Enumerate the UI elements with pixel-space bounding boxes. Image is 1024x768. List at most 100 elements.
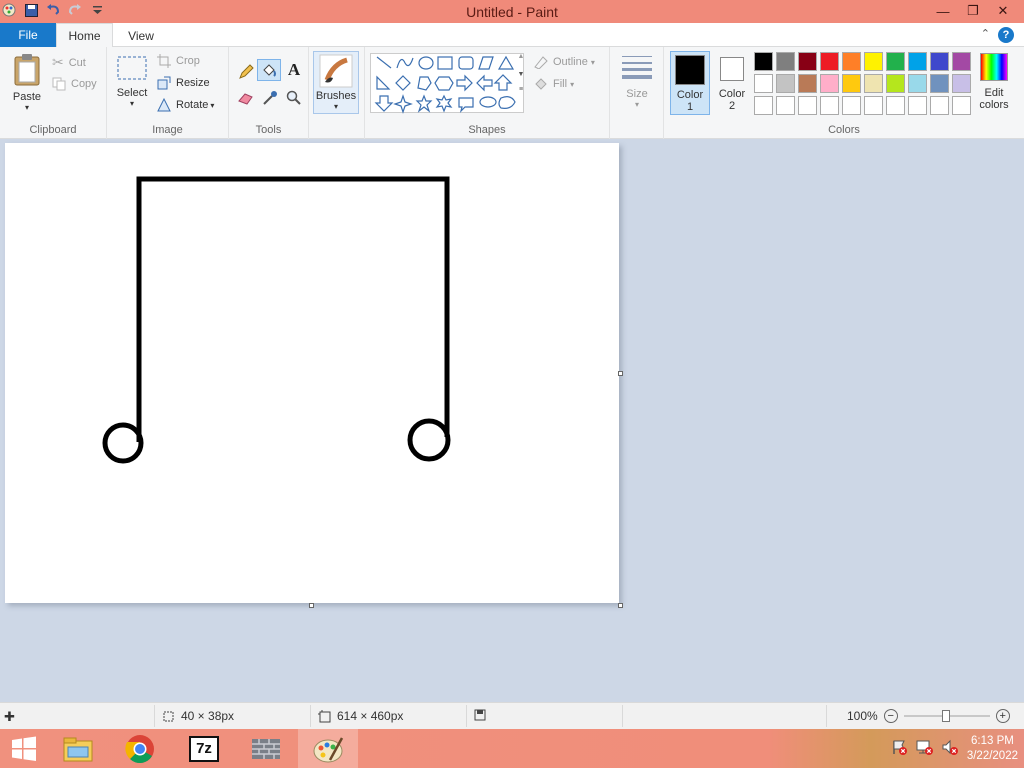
palette-swatch[interactable]	[886, 74, 905, 93]
clipboard-group-label: Clipboard	[29, 124, 77, 136]
edit-colors-button[interactable]: Edit colors	[976, 53, 1012, 117]
color1-button[interactable]: Color 1	[670, 51, 710, 115]
collapse-ribbon-icon[interactable]: ⌃	[981, 27, 990, 40]
palette-swatch[interactable]	[776, 74, 795, 93]
taskbar-firewall[interactable]	[236, 729, 296, 768]
shapes-scroll[interactable]: ▲ ▼ ≡	[515, 53, 527, 113]
status-divider	[826, 705, 827, 727]
paste-button[interactable]: Paste ▾	[8, 53, 46, 123]
palette-swatch[interactable]	[864, 96, 883, 115]
brushes-button[interactable]: Brushes ▾	[313, 51, 359, 114]
cut-button[interactable]: ✂ Cut	[52, 54, 86, 71]
color-picker-icon	[263, 91, 277, 105]
palette-swatch[interactable]	[908, 52, 927, 71]
paste-icon	[14, 54, 40, 86]
palette-swatch[interactable]	[864, 52, 883, 71]
palette-swatch[interactable]	[930, 52, 949, 71]
action-center-flag-icon[interactable]	[891, 739, 907, 758]
zoom-in-button[interactable]: +	[995, 709, 1010, 723]
colors-group: Color 1 Color 2 Edit colors Colors	[664, 47, 1024, 139]
magnifier-tool[interactable]	[283, 87, 305, 109]
palette-swatch[interactable]	[820, 74, 839, 93]
taskbar-7zip[interactable]: 7z	[174, 729, 234, 768]
rotate-button[interactable]: Rotate ▾	[157, 98, 214, 112]
resize-handle-bottom[interactable]	[309, 603, 314, 608]
zoom-out-button[interactable]: −	[883, 709, 898, 723]
status-divider	[622, 705, 623, 727]
restore-button[interactable]: ❐	[958, 1, 988, 21]
taskbar-paint[interactable]	[298, 729, 358, 768]
pencil-tool[interactable]	[235, 61, 257, 83]
palette-swatch[interactable]	[754, 74, 773, 93]
tools-group: A Tools	[229, 47, 309, 139]
color-picker-tool[interactable]	[259, 87, 281, 109]
select-button[interactable]: Select ▾	[115, 55, 149, 119]
palette-swatch[interactable]	[930, 74, 949, 93]
palette-swatch[interactable]	[776, 52, 795, 71]
fill-tool[interactable]	[257, 59, 281, 81]
palette-swatch[interactable]	[886, 96, 905, 115]
tab-file[interactable]: File	[0, 23, 56, 47]
palette-swatch[interactable]	[776, 96, 795, 115]
network-icon[interactable]	[915, 739, 933, 758]
palette-swatch[interactable]	[842, 96, 861, 115]
window-controls: — ❐ ✕	[928, 1, 1018, 21]
copy-button[interactable]: Copy	[52, 77, 97, 91]
canvas-workspace	[0, 139, 1024, 702]
brush-icon	[319, 54, 353, 88]
palette-swatch[interactable]	[842, 74, 861, 93]
fill-button[interactable]: Fill ▾	[533, 77, 574, 91]
tab-home[interactable]: Home	[56, 23, 113, 48]
resize-button[interactable]: Resize	[157, 76, 210, 90]
palette-swatch[interactable]	[820, 52, 839, 71]
size-group: Size ▾	[610, 47, 664, 139]
color2-button[interactable]: Color 2	[714, 51, 750, 115]
minimize-button[interactable]: —	[928, 1, 958, 21]
taskbar-file-explorer[interactable]	[48, 729, 108, 768]
size-label: Size	[626, 88, 648, 100]
palette-swatch[interactable]	[798, 96, 817, 115]
start-button[interactable]	[0, 729, 48, 768]
line-size-icon	[622, 56, 652, 79]
palette-swatch[interactable]	[820, 96, 839, 115]
help-icon[interactable]: ?	[998, 27, 1014, 43]
palette-swatch[interactable]	[798, 52, 817, 71]
resize-handle-right[interactable]	[618, 371, 623, 376]
close-button[interactable]: ✕	[988, 1, 1018, 21]
palette-swatch[interactable]	[952, 52, 971, 71]
color2-swatch	[720, 57, 744, 81]
palette-swatch[interactable]	[952, 74, 971, 93]
resize-icon	[157, 76, 171, 90]
crop-button[interactable]: Crop	[157, 54, 200, 68]
size-button[interactable]: Size ▾	[618, 53, 656, 115]
palette-swatch[interactable]	[908, 96, 927, 115]
palette-swatch[interactable]	[908, 74, 927, 93]
clock[interactable]: 6:13 PM 3/22/2022	[967, 734, 1018, 764]
tab-view[interactable]: View	[116, 23, 166, 48]
palette-swatch[interactable]	[930, 96, 949, 115]
palette-swatch[interactable]	[842, 52, 861, 71]
ribbon-tabs: File Home View ⌃ ?	[0, 23, 1024, 48]
zoom-slider[interactable]	[903, 709, 990, 723]
resize-handle-corner[interactable]	[618, 603, 623, 608]
palette-swatch[interactable]	[952, 96, 971, 115]
palette-swatch[interactable]	[798, 74, 817, 93]
shapes-gallery[interactable]	[370, 53, 524, 114]
palette-swatch[interactable]	[754, 96, 773, 115]
outline-button[interactable]: Outline ▾	[533, 55, 595, 69]
crop-icon	[157, 54, 171, 68]
palette-swatch[interactable]	[886, 52, 905, 71]
eraser-tool[interactable]	[235, 87, 257, 109]
image-group: Select ▾ Crop Resize Rotate ▾ Image	[107, 47, 229, 139]
rotate-icon	[157, 98, 171, 112]
palette-swatch[interactable]	[864, 74, 883, 93]
palette-swatch[interactable]	[754, 52, 773, 71]
resize-label: Resize	[176, 77, 210, 89]
cursor-position: ✚	[4, 709, 15, 725]
status-divider	[466, 705, 467, 727]
taskbar-chrome[interactable]	[110, 729, 170, 768]
zoom-slider-thumb[interactable]	[941, 710, 950, 722]
drawing-canvas[interactable]	[5, 143, 619, 603]
text-tool[interactable]: A	[283, 59, 305, 81]
volume-muted-icon[interactable]	[941, 739, 959, 758]
